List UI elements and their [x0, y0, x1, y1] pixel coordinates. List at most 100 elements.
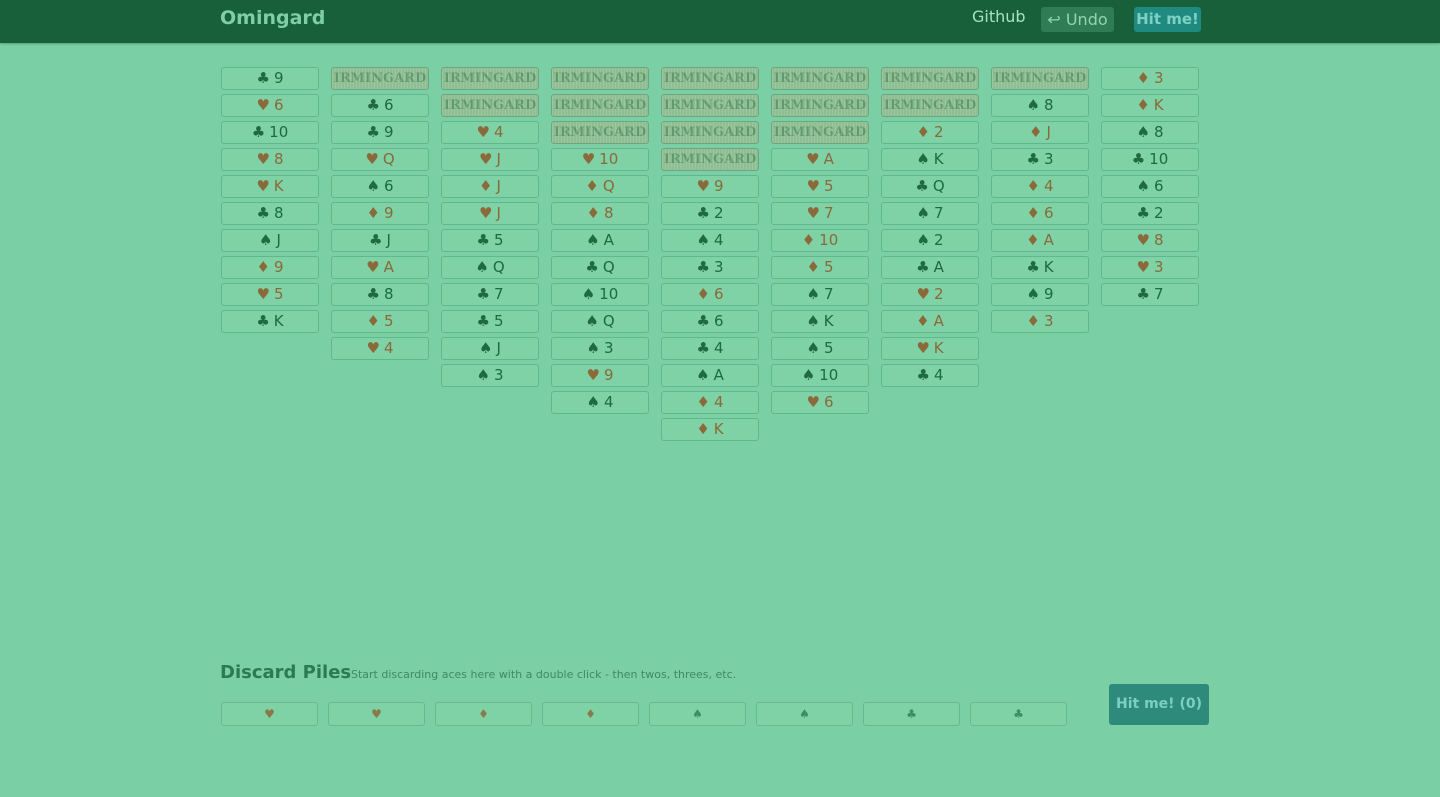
discard-pile-diamonds[interactable]: ♦ [435, 702, 532, 726]
playing-card[interactable]: ♠ 10 [551, 283, 649, 306]
playing-card[interactable]: ♣ 10 [221, 121, 319, 144]
discard-pile-spades[interactable]: ♠ [756, 702, 853, 726]
discard-pile-diamonds[interactable]: ♦ [542, 702, 639, 726]
playing-card[interactable]: ♠ A [551, 229, 649, 252]
playing-card[interactable]: ♥ 7 [771, 202, 869, 225]
playing-card[interactable]: ♠ A [661, 364, 759, 387]
playing-card[interactable]: ♣ 5 [441, 310, 539, 333]
playing-card[interactable]: ♦ 2 [881, 121, 979, 144]
playing-card[interactable]: ♥ K [881, 337, 979, 360]
playing-card[interactable]: ♦ 4 [661, 391, 759, 414]
playing-card[interactable]: ♣ 4 [881, 364, 979, 387]
playing-card[interactable]: ♣ 6 [331, 94, 429, 117]
playing-card[interactable]: ♥ 5 [221, 283, 319, 306]
playing-card[interactable]: ♦ J [441, 175, 539, 198]
playing-card[interactable]: ♦ 6 [991, 202, 1089, 225]
playing-card[interactable]: ♠ 2 [881, 229, 979, 252]
playing-card[interactable]: ♣ 7 [441, 283, 539, 306]
playing-card[interactable]: ♠ 7 [771, 283, 869, 306]
playing-card[interactable]: ♥ J [441, 148, 539, 171]
playing-card[interactable]: ♠ Q [551, 310, 649, 333]
playing-card[interactable]: ♣ 2 [1101, 202, 1199, 225]
discard-pile-hearts[interactable]: ♥ [328, 702, 425, 726]
playing-card[interactable]: ♠ 4 [551, 391, 649, 414]
playing-card[interactable]: ♣ 5 [441, 229, 539, 252]
playing-card[interactable]: ♣ 10 [1101, 148, 1199, 171]
hit-me-button[interactable]: Hit me! (0) [1109, 684, 1209, 725]
playing-card[interactable]: ♦ J [991, 121, 1089, 144]
playing-card[interactable]: ♣ 6 [661, 310, 759, 333]
discard-pile-clubs[interactable]: ♣ [863, 702, 960, 726]
playing-card[interactable]: ♥ 4 [331, 337, 429, 360]
playing-card[interactable]: ♠ K [881, 148, 979, 171]
playing-card[interactable]: ♠ 3 [551, 337, 649, 360]
playing-card[interactable]: ♥ Q [331, 148, 429, 171]
playing-card[interactable]: ♠ 6 [1101, 175, 1199, 198]
playing-card[interactable]: ♣ 8 [221, 202, 319, 225]
playing-card[interactable]: ♣ 9 [331, 121, 429, 144]
playing-card[interactable]: ♣ A [881, 256, 979, 279]
playing-card[interactable]: ♠ 4 [661, 229, 759, 252]
playing-card[interactable]: ♦ K [661, 418, 759, 441]
playing-card[interactable]: ♠ K [771, 310, 869, 333]
playing-card[interactable]: ♠ 3 [441, 364, 539, 387]
playing-card[interactable]: ♦ A [881, 310, 979, 333]
playing-card[interactable]: ♥ 8 [1101, 229, 1199, 252]
playing-card[interactable]: ♥ J [441, 202, 539, 225]
playing-card[interactable]: ♥ 5 [771, 175, 869, 198]
playing-card[interactable]: ♥ 6 [771, 391, 869, 414]
playing-card[interactable]: ♠ 5 [771, 337, 869, 360]
playing-card[interactable]: ♣ 9 [221, 67, 319, 90]
playing-card[interactable]: ♣ Q [881, 175, 979, 198]
playing-card[interactable]: ♠ 7 [881, 202, 979, 225]
playing-card[interactable]: ♠ 8 [991, 94, 1089, 117]
playing-card[interactable]: ♥ 3 [1101, 256, 1199, 279]
playing-card[interactable]: ♥ 9 [661, 175, 759, 198]
playing-card[interactable]: ♦ 3 [991, 310, 1089, 333]
playing-card[interactable]: ♠ 8 [1101, 121, 1199, 144]
playing-card[interactable]: ♣ K [991, 256, 1089, 279]
playing-card[interactable]: ♦ 3 [1101, 67, 1199, 90]
playing-card[interactable]: ♦ K [1101, 94, 1199, 117]
playing-card[interactable]: ♥ A [771, 148, 869, 171]
playing-card[interactable]: ♠ J [441, 337, 539, 360]
playing-card[interactable]: ♦ 4 [991, 175, 1089, 198]
playing-card[interactable]: ♦ A [991, 229, 1089, 252]
playing-card[interactable]: ♣ 7 [1101, 283, 1199, 306]
playing-card[interactable]: ♣ J [331, 229, 429, 252]
playing-card[interactable]: ♥ 8 [221, 148, 319, 171]
brand-logo[interactable]: Omingard [220, 7, 325, 29]
playing-card[interactable]: ♥ 4 [441, 121, 539, 144]
discard-pile-spades[interactable]: ♠ [649, 702, 746, 726]
playing-card[interactable]: ♦ 6 [661, 283, 759, 306]
playing-card[interactable]: ♣ 3 [991, 148, 1089, 171]
undo-button[interactable]: ↩ Undo [1041, 7, 1114, 32]
playing-card[interactable]: ♠ Q [441, 256, 539, 279]
playing-card[interactable]: ♥ K [221, 175, 319, 198]
hit-me-nav-button[interactable]: Hit me! [1134, 7, 1201, 32]
playing-card[interactable]: ♦ 9 [331, 202, 429, 225]
discard-pile-clubs[interactable]: ♣ [970, 702, 1067, 726]
playing-card[interactable]: ♠ 6 [331, 175, 429, 198]
discard-pile-hearts[interactable]: ♥ [221, 702, 318, 726]
playing-card[interactable]: ♣ 2 [661, 202, 759, 225]
playing-card[interactable]: ♦ 8 [551, 202, 649, 225]
playing-card[interactable]: ♣ 4 [661, 337, 759, 360]
playing-card[interactable]: ♦ 5 [331, 310, 429, 333]
github-link[interactable]: Github [972, 7, 1026, 26]
playing-card[interactable]: ♣ 8 [331, 283, 429, 306]
playing-card[interactable]: ♦ 5 [771, 256, 869, 279]
playing-card[interactable]: ♠ 10 [771, 364, 869, 387]
playing-card[interactable]: ♣ 3 [661, 256, 759, 279]
playing-card[interactable]: ♥ 10 [551, 148, 649, 171]
playing-card[interactable]: ♦ Q [551, 175, 649, 198]
playing-card[interactable]: ♣ K [221, 310, 319, 333]
playing-card[interactable]: ♦ 9 [221, 256, 319, 279]
playing-card[interactable]: ♥ A [331, 256, 429, 279]
playing-card[interactable]: ♥ 6 [221, 94, 319, 117]
playing-card[interactable]: ♥ 9 [551, 364, 649, 387]
playing-card[interactable]: ♥ 2 [881, 283, 979, 306]
playing-card[interactable]: ♠ J [221, 229, 319, 252]
playing-card[interactable]: ♦ 10 [771, 229, 869, 252]
playing-card[interactable]: ♠ 9 [991, 283, 1089, 306]
